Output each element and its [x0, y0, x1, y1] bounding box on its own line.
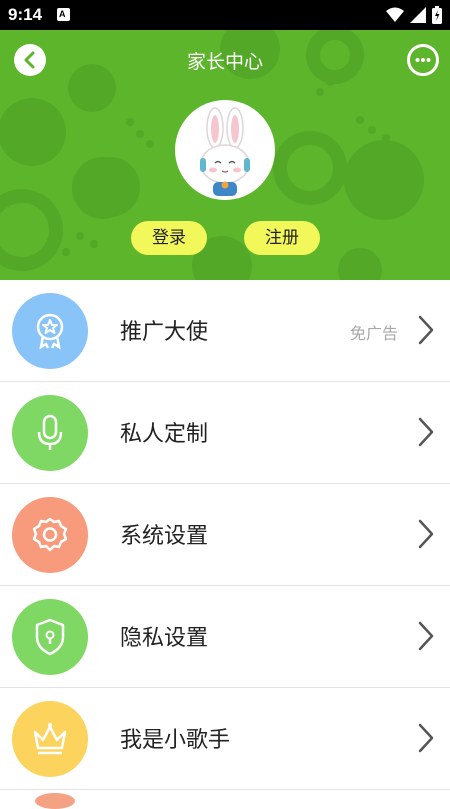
wifi-icon	[386, 7, 404, 22]
chevron-right-icon	[418, 417, 434, 447]
gear-icon	[12, 497, 88, 573]
chevron-right-icon	[418, 621, 434, 651]
register-button[interactable]: 注册	[244, 221, 320, 255]
crown-icon	[12, 701, 88, 777]
menu-item-little-singer[interactable]: 我是小歌手	[0, 688, 450, 790]
status-time: 9:14	[8, 5, 43, 24]
header-banner: 家长中心 登录 注册	[0, 30, 450, 280]
signal-icon	[410, 7, 426, 23]
no-ads-badge: 免广告	[349, 324, 398, 343]
status-icons	[386, 6, 442, 24]
shield-lock-icon	[12, 599, 88, 675]
chevron-right-icon	[418, 519, 434, 549]
menu-item-privacy-settings[interactable]: 隐私设置	[0, 586, 450, 688]
menu-item-label: 推广大使	[120, 320, 209, 345]
avatar[interactable]	[175, 100, 275, 200]
menu-item-label: 系统设置	[120, 524, 209, 549]
chevron-right-icon	[418, 723, 434, 753]
rabbit-avatar-icon	[200, 107, 250, 196]
status-bar: 9:14 A	[0, 0, 450, 30]
menu-item-system-settings[interactable]: 系统设置	[0, 484, 450, 586]
menu-item-label: 私人定制	[120, 422, 209, 447]
medal-icon	[12, 293, 88, 369]
notification-icon: A	[57, 8, 70, 21]
menu-item-promotion[interactable]: 推广大使 免广告	[0, 280, 450, 382]
chevron-right-icon	[418, 315, 434, 345]
menu-item-custom[interactable]: 私人定制	[0, 382, 450, 484]
menu-list: 推广大使 免广告 私人定制 系统设置 隐私设置 我是小歌手	[0, 280, 450, 790]
battery-icon	[432, 6, 442, 24]
login-button[interactable]: 登录	[131, 221, 207, 255]
next-item-icon-peek	[35, 793, 75, 809]
menu-item-label: 我是小歌手	[120, 728, 231, 753]
menu-item-label: 隐私设置	[120, 626, 209, 651]
microphone-icon	[12, 395, 88, 471]
chat-bubble-icon	[415, 58, 431, 62]
page-title: 家长中心	[186, 51, 263, 73]
message-button[interactable]	[407, 44, 439, 76]
